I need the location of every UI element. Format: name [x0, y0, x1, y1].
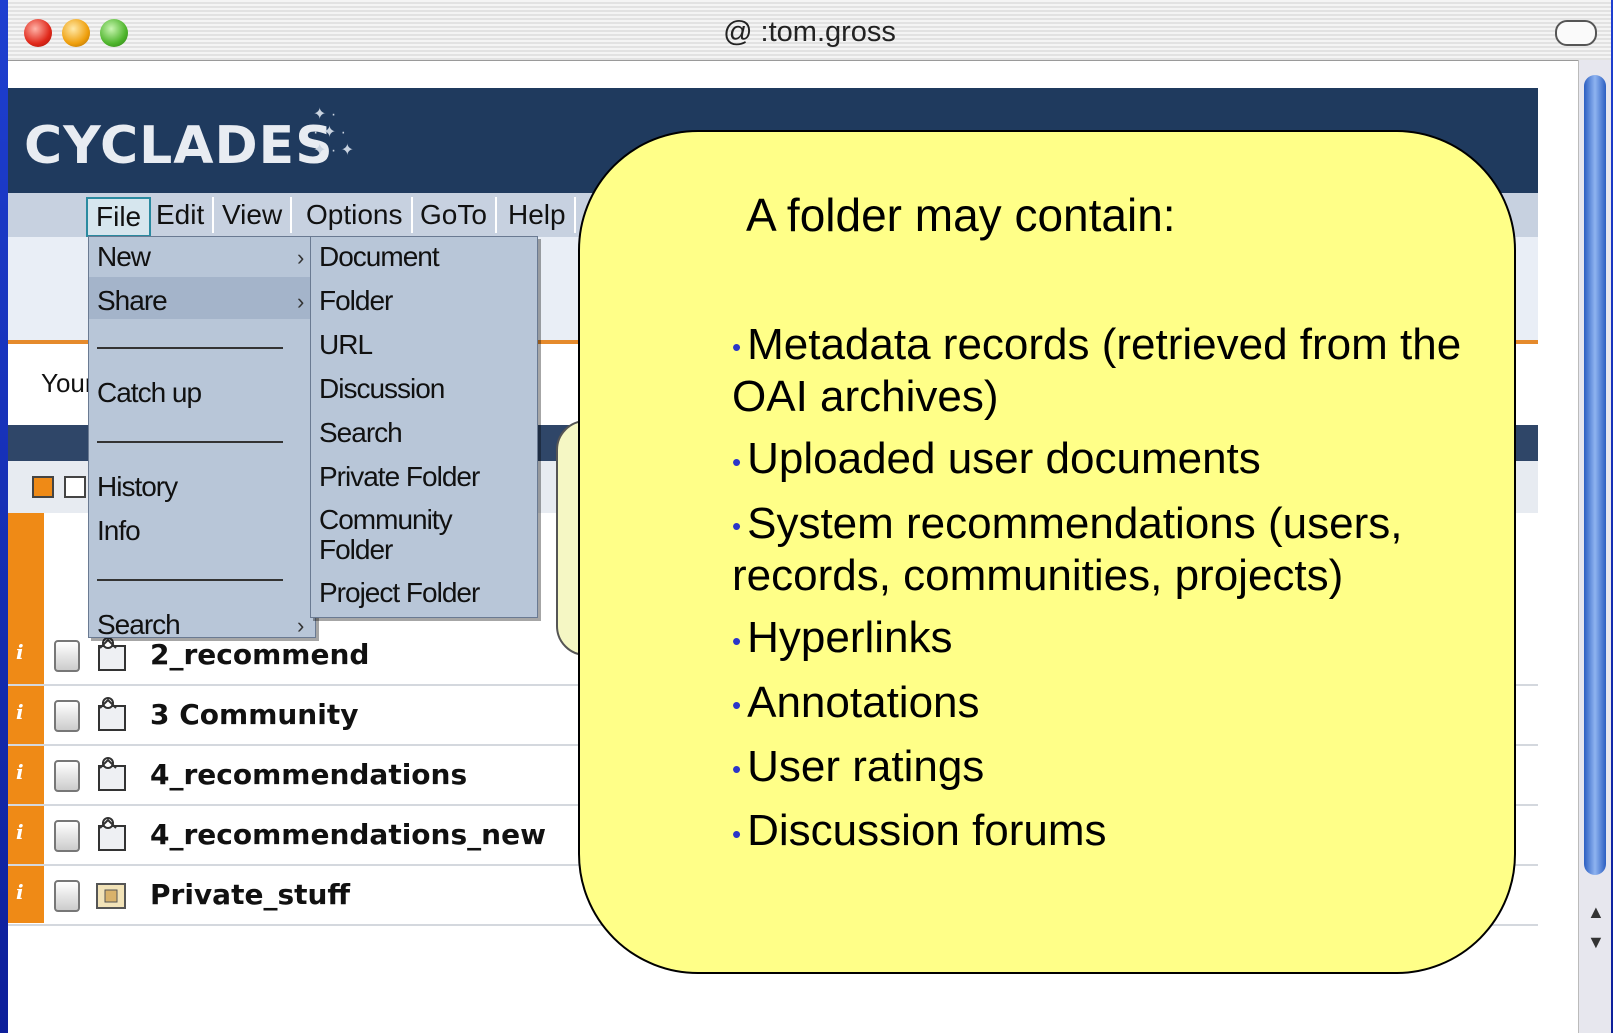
callout-bullet: • User ratings	[732, 741, 985, 791]
submenu-item-project-folder[interactable]: Project Folder	[319, 577, 480, 609]
submenu-arrow-icon: ›	[297, 289, 305, 314]
menu-item-share[interactable]: Share	[97, 285, 168, 317]
submenu-arrow-icon: ›	[297, 245, 305, 270]
menu-item-new[interactable]: New	[97, 241, 151, 273]
bullet-icon: •	[732, 689, 742, 720]
folder-name[interactable]: 4_recommendations	[150, 758, 467, 791]
submenu-item-document[interactable]: Document	[319, 241, 440, 273]
community-folder-icon	[98, 757, 126, 791]
row-checkbox[interactable]	[54, 700, 80, 732]
toolbar-toggle-button[interactable]	[1555, 20, 1597, 46]
submenu-item-private-folder[interactable]: Private Folder	[319, 461, 480, 493]
info-icon[interactable]: i	[16, 700, 36, 724]
callout-bullet: • Annotations	[732, 677, 980, 727]
stars-decoration-icon: ✦ · · ✦ · ✦ · ✦	[313, 106, 355, 159]
annotation-callout: A folder may contain: • Metadata records …	[578, 130, 1516, 974]
submenu-item-discussion[interactable]: Discussion	[319, 373, 445, 405]
submenu-arrow-icon: ›	[297, 613, 305, 638]
bullet-icon: •	[732, 818, 742, 849]
info-icon[interactable]: i	[16, 760, 36, 784]
cyclades-logo: CYCLADES	[24, 116, 334, 176]
menu-item-search[interactable]: Search	[97, 609, 181, 641]
menu-separator	[97, 441, 283, 443]
info-icon[interactable]: i	[16, 640, 36, 664]
submenu-item-url[interactable]: URL	[319, 329, 373, 361]
menu-edit[interactable]: Edit	[148, 197, 215, 233]
submenu-item-search[interactable]: Search	[319, 417, 403, 449]
row-checkbox[interactable]	[54, 760, 80, 792]
callout-bullet-list: • Metadata records (retrieved from the OA…	[732, 320, 1472, 871]
menu-goto[interactable]: GoTo	[412, 197, 497, 233]
menu-separator	[97, 579, 283, 581]
menu-item-history[interactable]: History	[97, 471, 178, 503]
bullet-icon: •	[732, 446, 742, 477]
select-all-checkbox[interactable]	[32, 476, 54, 498]
menu-separator	[97, 347, 283, 349]
scroll-down-arrow-icon[interactable]: ▼	[1587, 932, 1605, 953]
info-icon[interactable]: i	[16, 820, 36, 844]
menu-item-info[interactable]: Info	[97, 515, 141, 547]
window-title: @ :tom.gross	[723, 16, 896, 48]
callout-bullet: • System recommendations (users, records,…	[732, 498, 1403, 601]
folder-name[interactable]: 4_recommendations_new	[150, 818, 546, 851]
browser-window: @ :tom.gross ▲ ▼ CYCLADES ✦ · · ✦ · ✦ · ✦ …	[8, 0, 1611, 1033]
menu-file[interactable]: File	[86, 197, 152, 237]
info-icon[interactable]: i	[16, 880, 36, 904]
title-bar: @ :tom.gross	[8, 0, 1611, 61]
scroll-thumb[interactable]	[1584, 75, 1606, 875]
callout-bullet: • Uploaded user documents	[732, 434, 1261, 484]
vertical-scrollbar[interactable]: ▲ ▼	[1578, 60, 1611, 1033]
menu-options[interactable]: Options	[298, 197, 413, 233]
bullet-icon: •	[732, 754, 742, 785]
private-folder-icon	[96, 883, 126, 909]
submenu-item-community-folder[interactable]: Community Folder	[319, 505, 459, 565]
row-checkbox[interactable]	[54, 880, 80, 912]
row-checkbox[interactable]	[54, 640, 80, 672]
folder-name[interactable]: Private_stuff	[150, 878, 350, 911]
your-label: Your	[41, 368, 94, 398]
file-menu: New › Share › Catch up History Info Sear…	[88, 236, 316, 641]
callout-bullet: • Metadata records (retrieved from the OA…	[732, 320, 1462, 422]
menu-item-catch-up[interactable]: Catch up	[97, 377, 202, 409]
menu-view[interactable]: View	[214, 197, 293, 233]
row-checkbox[interactable]	[54, 820, 80, 852]
folder-name[interactable]: 2_recommend	[150, 638, 369, 671]
menu-help[interactable]: Help	[500, 197, 576, 233]
community-folder-icon	[98, 817, 126, 851]
bullet-icon: •	[732, 625, 742, 656]
deselect-checkbox[interactable]	[64, 476, 86, 498]
scroll-up-arrow-icon[interactable]: ▲	[1587, 902, 1605, 923]
folder-name[interactable]: 3 Community	[150, 698, 358, 731]
new-submenu: Document Folder URL Discussion Search Pr…	[310, 236, 538, 618]
callout-title: A folder may contain:	[746, 189, 1176, 241]
submenu-item-folder[interactable]: Folder	[319, 285, 393, 317]
bullet-icon: •	[732, 511, 742, 542]
bullet-icon: •	[732, 332, 742, 363]
community-folder-icon	[98, 697, 126, 731]
callout-bullet: • Discussion forums	[732, 806, 1107, 856]
callout-bullet: • Hyperlinks	[732, 613, 953, 663]
